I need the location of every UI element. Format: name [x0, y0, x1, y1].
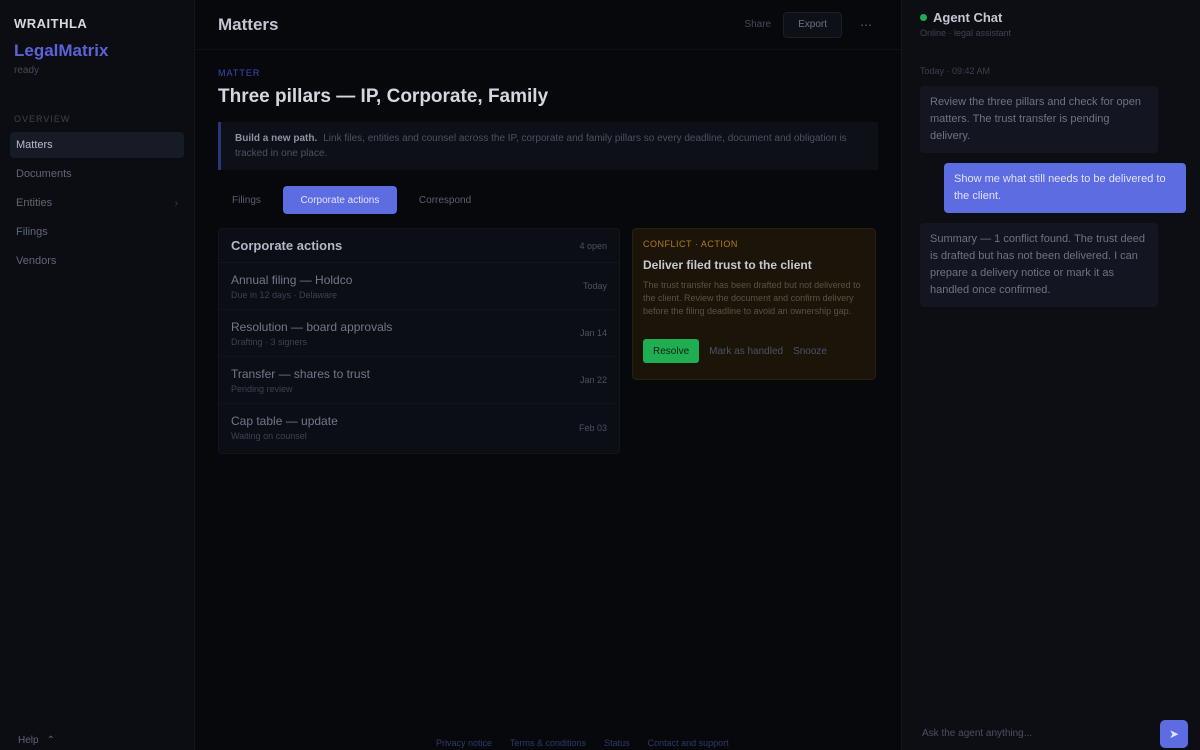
- page-header-title: Matters: [218, 14, 279, 34]
- list-item-date: Feb 03: [578, 422, 607, 433]
- chat-message-assistant: Summary — 1 conflict found. The trust de…: [920, 223, 1158, 307]
- sidebar-footer[interactable]: Help ⌃: [18, 735, 55, 746]
- conflict-alert-card: CONFLICT · ACTION Deliver filed trust to…: [632, 228, 876, 380]
- breadcrumb[interactable]: MATTER: [218, 68, 878, 78]
- sidebar-item-label: Matters: [16, 139, 53, 151]
- tab-correspond[interactable]: Correspond: [405, 186, 485, 214]
- list-item-subtitle: Due in 12 days · Delaware: [231, 289, 338, 300]
- list-item-date: Jan 22: [579, 375, 607, 385]
- chat-input[interactable]: Ask the agent anything...: [914, 720, 1146, 746]
- chat-timestamp: Today · 09:42 AM: [920, 66, 991, 76]
- sidebar-item-label: Vendors: [16, 255, 57, 267]
- callout-text: Link files, entities and counsel across …: [235, 133, 847, 159]
- snooze-link[interactable]: Snooze: [793, 346, 827, 357]
- online-status-icon: [920, 14, 927, 21]
- list-item-date: Today: [582, 281, 607, 291]
- info-callout: Build a new path. Link files, entities an…: [218, 122, 878, 170]
- sidebar-item-label: Entities: [16, 197, 53, 209]
- sidebar-item-filings[interactable]: Filings: [10, 219, 184, 245]
- list-item-title: Cap table — update: [231, 414, 338, 428]
- export-button[interactable]: Export: [783, 11, 842, 38]
- topbar: Matters Share Export ⋯: [196, 0, 900, 50]
- chevron-up-icon: ⌃: [46, 735, 55, 746]
- list-item[interactable]: Cap table — update Waiting on counsel Fe…: [219, 404, 619, 451]
- main-panel: Matters Share Export ⋯ MATTER Three pill…: [196, 0, 900, 750]
- corporate-actions-list: Corporate actions 4 open Annual filing —…: [218, 228, 620, 454]
- sidebar-item-label: Filings: [16, 226, 48, 238]
- chat-title: Agent Chat: [920, 10, 1182, 25]
- list-item-subtitle: Waiting on counsel: [231, 431, 307, 441]
- alert-body: The trust transfer has been drafted but …: [643, 280, 861, 316]
- footer-link-privacy[interactable]: Privacy notice: [436, 738, 492, 748]
- resolve-button[interactable]: Resolve: [643, 339, 700, 363]
- alert-label: CONFLICT · ACTION: [643, 239, 738, 249]
- chat-message-assistant: Review the three pillars and check for o…: [920, 86, 1158, 153]
- list-item-title: Resolution — board approvals: [231, 319, 393, 334]
- send-icon[interactable]: ➤: [1160, 720, 1188, 748]
- chat-message-user: Show me what still needs to be delivered…: [944, 163, 1186, 213]
- share-link[interactable]: Share: [744, 19, 771, 30]
- sidebar-item-entities[interactable]: Entities ›: [10, 190, 184, 216]
- chat-subtitle: Online · legal assistant: [920, 28, 1012, 38]
- app-logo[interactable]: LegalMatrix: [14, 41, 180, 61]
- list-item-date: Jan 14: [579, 328, 607, 338]
- more-icon[interactable]: ⋯: [854, 13, 878, 37]
- tab-bar: Filings Corporate actions Correspond: [218, 186, 878, 214]
- chevron-right-icon: ›: [174, 197, 178, 209]
- footer-link-status[interactable]: Status: [604, 738, 630, 748]
- list-item[interactable]: Annual filing — Holdco Due in 12 days · …: [219, 263, 619, 310]
- list-count: 4 open: [579, 240, 607, 251]
- list-item[interactable]: Resolution — board approvals Drafting · …: [219, 310, 619, 357]
- footer-links: Privacy notice Terms & conditions Status…: [436, 738, 729, 748]
- brand-label: WRAITHLA: [14, 16, 88, 31]
- list-item-title: Transfer — shares to trust: [231, 366, 370, 381]
- sidebar-item-documents[interactable]: Documents: [10, 161, 184, 187]
- footer-link-terms[interactable]: Terms & conditions: [510, 738, 586, 748]
- alert-title: Deliver filed trust to the client: [643, 258, 812, 272]
- sidebar-item-label: Documents: [16, 168, 72, 180]
- sidebar-item-vendors[interactable]: Vendors: [10, 248, 184, 274]
- agent-chat-panel: Agent Chat Online · legal assistant Toda…: [901, 0, 1200, 750]
- app-status: ready: [14, 65, 40, 76]
- help-link[interactable]: Help: [18, 735, 39, 746]
- list-title: Corporate actions: [231, 238, 343, 253]
- sidebar: WRAITHLA LegalMatrix ready OVERVIEW Matt…: [0, 0, 195, 750]
- tab-filings[interactable]: Filings: [218, 186, 275, 214]
- list-item[interactable]: Transfer — shares to trust Pending revie…: [219, 357, 619, 404]
- list-item-subtitle: Pending review: [231, 383, 293, 394]
- footer-link-contact[interactable]: Contact and support: [648, 738, 729, 748]
- callout-label: Build a new path.: [235, 133, 318, 144]
- page-title: Three pillars — IP, Corporate, Family: [218, 86, 549, 107]
- list-item-subtitle: Drafting · 3 signers: [231, 336, 308, 347]
- list-item-title: Annual filing — Holdco: [231, 272, 353, 287]
- sidebar-section-label: OVERVIEW: [14, 114, 71, 124]
- chat-title-text: Agent Chat: [933, 10, 1003, 25]
- sidebar-item-matters[interactable]: Matters: [10, 132, 184, 158]
- tab-corporate-actions[interactable]: Corporate actions: [282, 186, 397, 214]
- mark-handled-link[interactable]: Mark as handled: [709, 346, 783, 357]
